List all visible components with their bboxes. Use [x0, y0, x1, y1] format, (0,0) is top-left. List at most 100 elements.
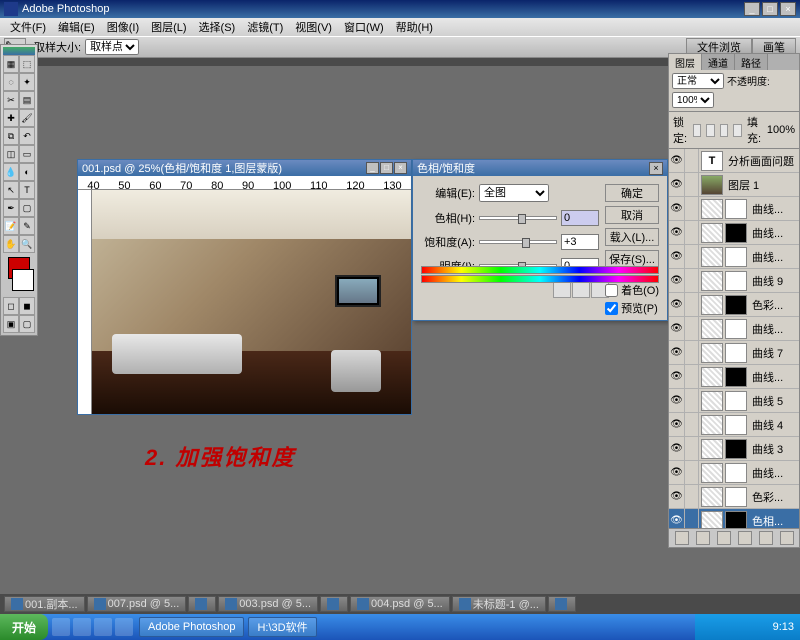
visibility-toggle-icon[interactable]: 👁	[669, 293, 685, 316]
colorize-checkbox[interactable]: 着色(O)	[605, 282, 659, 298]
visibility-toggle-icon[interactable]: 👁	[669, 413, 685, 436]
ok-button[interactable]: 确定	[605, 184, 659, 202]
brush-tool-icon[interactable]: 🖌	[19, 109, 35, 127]
link-cell[interactable]	[685, 509, 699, 528]
taskbar-item[interactable]: H:\3D软件	[248, 617, 316, 637]
close-button[interactable]: ×	[780, 2, 796, 16]
marquee-tool-icon[interactable]: ⬚	[19, 55, 35, 73]
menu-image[interactable]: 图像(I)	[101, 19, 145, 35]
history-brush-icon[interactable]: ↶	[19, 127, 35, 145]
ql-icon[interactable]	[115, 618, 133, 636]
doc-tab[interactable]: 004.psd @ 5...	[350, 596, 450, 612]
lock-trans-icon[interactable]	[693, 124, 702, 137]
visibility-toggle-icon[interactable]: 👁	[669, 341, 685, 364]
visibility-toggle-icon[interactable]: 👁	[669, 437, 685, 460]
ql-icon[interactable]	[73, 618, 91, 636]
saturation-slider[interactable]	[479, 240, 557, 244]
eraser-tool-icon[interactable]: ◫	[3, 145, 19, 163]
gradient-tool-icon[interactable]: ▭	[19, 145, 35, 163]
doc-tab[interactable]: 003.psd @ 5...	[218, 596, 318, 612]
stamp-tool-icon[interactable]: ⧉	[3, 127, 19, 145]
new-layer-button-icon[interactable]	[759, 531, 773, 545]
dodge-tool-icon[interactable]: ◐	[19, 163, 35, 181]
background-color[interactable]	[12, 269, 34, 291]
layer-row[interactable]: 👁曲线 4	[669, 413, 799, 437]
sample-size-select[interactable]: 取样点	[85, 39, 139, 55]
menu-view[interactable]: 视图(V)	[289, 19, 338, 35]
layer-row[interactable]: 👁曲线...	[669, 221, 799, 245]
adjustment-button-icon[interactable]	[717, 531, 731, 545]
heal-tool-icon[interactable]: ✚	[3, 109, 19, 127]
link-cell[interactable]	[685, 269, 699, 292]
menu-file[interactable]: 文件(F)	[4, 19, 52, 35]
cancel-button[interactable]: 取消	[605, 206, 659, 224]
eyedropper-add-icon[interactable]	[572, 282, 590, 298]
screenmode-2-icon[interactable]: ▢	[19, 315, 35, 333]
link-cell[interactable]	[685, 461, 699, 484]
clock[interactable]: 9:13	[773, 621, 794, 633]
visibility-toggle-icon[interactable]: 👁	[669, 485, 685, 508]
screenmode-1-icon[interactable]: ▣	[3, 315, 19, 333]
quickmask-icon[interactable]: ◼	[19, 297, 35, 315]
menu-edit[interactable]: 编辑(E)	[52, 19, 101, 35]
slice-tool-icon[interactable]: ▤	[19, 91, 35, 109]
link-cell[interactable]	[685, 293, 699, 316]
dialog-title-bar[interactable]: 色相/饱和度 ×	[413, 160, 667, 176]
layer-row[interactable]: 👁色彩...	[669, 485, 799, 509]
type-tool-icon[interactable]: T	[19, 181, 35, 199]
link-cell[interactable]	[685, 365, 699, 388]
document-title-bar[interactable]: 001.psd @ 25%(色相/饱和度 1,图层蒙版) _□×	[78, 160, 411, 176]
visibility-toggle-icon[interactable]: 👁	[669, 509, 685, 528]
layer-row[interactable]: 👁图层 1	[669, 173, 799, 197]
visibility-toggle-icon[interactable]: 👁	[669, 221, 685, 244]
layer-row[interactable]: 👁色相...	[669, 509, 799, 528]
link-cell[interactable]	[685, 485, 699, 508]
layer-row[interactable]: 👁曲线...	[669, 317, 799, 341]
doc-tab[interactable]	[548, 596, 576, 612]
tray-icon[interactable]	[701, 620, 715, 634]
doc-min-button[interactable]: _	[366, 162, 379, 174]
quickmask-std-icon[interactable]: ◻	[3, 297, 19, 315]
folder-button-icon[interactable]	[738, 531, 752, 545]
ql-icon[interactable]	[52, 618, 70, 636]
link-cell[interactable]	[685, 413, 699, 436]
visibility-toggle-icon[interactable]: 👁	[669, 173, 685, 196]
visibility-toggle-icon[interactable]: 👁	[669, 245, 685, 268]
minimize-button[interactable]: _	[744, 2, 760, 16]
doc-tab[interactable]: 001.副本...	[4, 596, 85, 612]
path-tool-icon[interactable]: ↖	[3, 181, 19, 199]
load-button[interactable]: 载入(L)...	[605, 228, 659, 246]
menu-filter[interactable]: 滤镜(T)	[241, 19, 289, 35]
link-cell[interactable]	[685, 317, 699, 340]
eyedropper-icon[interactable]	[553, 282, 571, 298]
layer-row[interactable]: 👁T分析画面问题	[669, 149, 799, 173]
layer-row[interactable]: 👁曲线...	[669, 197, 799, 221]
layer-row[interactable]: 👁曲线...	[669, 365, 799, 389]
crop-tool-icon[interactable]: ✂	[3, 91, 19, 109]
menu-help[interactable]: 帮助(H)	[390, 19, 439, 35]
layer-row[interactable]: 👁曲线 7	[669, 341, 799, 365]
move-tool-icon[interactable]: ▦	[3, 55, 19, 73]
menu-window[interactable]: 窗口(W)	[338, 19, 390, 35]
link-cell[interactable]	[685, 173, 699, 196]
zoom-tool-icon[interactable]: 🔍	[19, 235, 35, 253]
link-cell[interactable]	[685, 149, 699, 172]
doc-tab[interactable]: 007.psd @ 5...	[87, 596, 187, 612]
lock-paint-icon[interactable]	[706, 124, 715, 137]
mask-button-icon[interactable]	[696, 531, 710, 545]
layer-row[interactable]: 👁曲线 3	[669, 437, 799, 461]
visibility-toggle-icon[interactable]: 👁	[669, 197, 685, 220]
shape-tool-icon[interactable]: ▢	[19, 199, 35, 217]
doc-tab[interactable]	[188, 596, 216, 612]
preview-checkbox[interactable]: 预览(P)	[605, 300, 659, 316]
hue-input[interactable]	[561, 210, 599, 226]
pen-tool-icon[interactable]: ✒	[3, 199, 19, 217]
hue-slider[interactable]	[479, 216, 557, 220]
tab-channels[interactable]: 通道	[702, 54, 735, 70]
lock-all-icon[interactable]	[733, 124, 742, 137]
start-button[interactable]: 开始	[0, 614, 48, 640]
link-cell[interactable]	[685, 221, 699, 244]
ql-icon[interactable]	[94, 618, 112, 636]
visibility-toggle-icon[interactable]: 👁	[669, 317, 685, 340]
link-cell[interactable]	[685, 341, 699, 364]
